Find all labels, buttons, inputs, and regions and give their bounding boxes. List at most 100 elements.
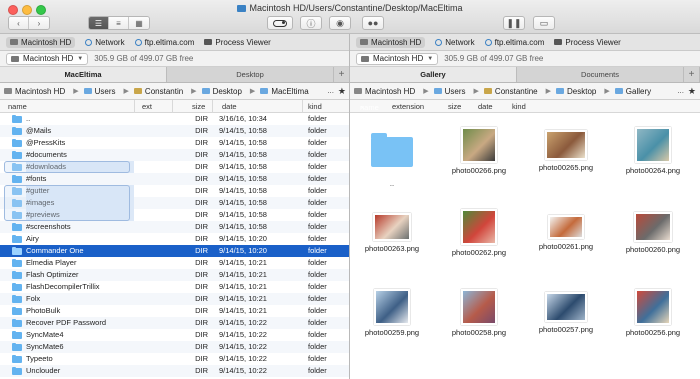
- add-tab-button[interactable]: +: [684, 67, 700, 82]
- table-row[interactable]: #documents DIR 9/14/15, 10:58 folder: [0, 149, 350, 161]
- cell-name: #previews: [26, 209, 134, 221]
- table-row[interactable]: SyncMate6 DIR 9/14/15, 10:22 folder: [0, 341, 350, 353]
- pane-divider[interactable]: [349, 34, 350, 379]
- column-date[interactable]: date: [222, 102, 237, 111]
- table-row[interactable]: #screenshots DIR 9/14/15, 10:58 folder: [0, 221, 350, 233]
- more-button[interactable]: ...: [677, 86, 684, 95]
- table-row[interactable]: Recover PDF Password DIR 9/14/15, 10:22 fol…: [0, 317, 350, 329]
- tab-gallery[interactable]: Gallery: [350, 67, 517, 82]
- list-view-icon[interactable]: ☰: [89, 17, 109, 29]
- table-row[interactable]: @PressKits DIR 9/14/15, 10:58 folder: [0, 137, 350, 149]
- table-row[interactable]: Typeeto DIR 9/14/15, 10:22 folder: [0, 353, 350, 365]
- tab-maceltima[interactable]: MacEltima: [0, 67, 167, 82]
- gallery-image-item[interactable]: photo00265.png: [531, 123, 601, 172]
- terminal-button[interactable]: ▭: [533, 16, 555, 30]
- column-name[interactable]: name: [8, 102, 27, 111]
- crumb-gallery[interactable]: Gallery: [614, 87, 651, 96]
- column-size[interactable]: size: [448, 102, 461, 111]
- gallery-image-item[interactable]: photo00261.png: [531, 205, 601, 251]
- more-button[interactable]: ...: [327, 86, 334, 95]
- cell-name: SyncMate6: [26, 342, 64, 351]
- gallery-image-item[interactable]: photo00257.png: [531, 285, 601, 334]
- fav-network[interactable]: Network: [85, 38, 125, 47]
- folder-icon: [12, 282, 22, 291]
- crumb-home[interactable]: Constantine ▶: [483, 87, 556, 96]
- columns-view-icon[interactable]: ≡: [109, 17, 129, 29]
- hidden-files-toggle-button[interactable]: [267, 16, 293, 30]
- fav-process-viewer[interactable]: Process Viewer: [204, 38, 271, 47]
- table-row[interactable]: SyncMate4 DIR 9/14/15, 10:22 folder: [0, 329, 350, 341]
- table-row[interactable]: #images DIR 9/14/15, 10:58 folder: [0, 197, 350, 209]
- table-row[interactable]: FlashDecompilerTrillix DIR 9/14/15, 10:21 f…: [0, 281, 350, 293]
- crumb-desktop[interactable]: Desktop ▶: [201, 87, 261, 96]
- crumb-users[interactable]: Users ▶: [433, 87, 484, 96]
- fav-ftp[interactable]: ftp.eltima.com: [134, 38, 194, 47]
- table-row[interactable]: Elmedia Player DIR 9/14/15, 10:21 folder: [0, 257, 350, 269]
- crumb-macintosh-hd[interactable]: Macintosh HD ▶: [354, 87, 434, 96]
- star-icon[interactable]: ★: [338, 86, 346, 97]
- forward-button[interactable]: ›: [29, 17, 49, 29]
- column-ext[interactable]: ext: [142, 102, 152, 111]
- folder-icon: [12, 150, 22, 159]
- column-extension[interactable]: extension: [392, 102, 424, 111]
- table-row[interactable]: #fonts DIR 9/14/15, 10:58 folder: [0, 173, 350, 185]
- column-divider[interactable]: [134, 100, 135, 113]
- table-row[interactable]: @Mails DIR 9/14/15, 10:58 folder: [0, 125, 350, 137]
- add-tab-button[interactable]: +: [334, 67, 350, 82]
- column-divider[interactable]: [172, 100, 173, 113]
- back-button[interactable]: ‹: [9, 17, 29, 29]
- gallery-image-item[interactable]: photo00259.png: [357, 285, 427, 337]
- fav-process-viewer[interactable]: Process Viewer: [554, 38, 621, 47]
- gallery-image-item[interactable]: photo00266.png: [444, 123, 514, 175]
- crumb-maceltima[interactable]: MacEltima: [260, 87, 309, 96]
- gallery-image-item[interactable]: photo00256.png: [618, 285, 688, 337]
- crumb-users[interactable]: Users ▶: [83, 87, 134, 96]
- star-icon[interactable]: ★: [688, 86, 696, 97]
- column-kind[interactable]: kind: [308, 102, 322, 111]
- column-divider[interactable]: [212, 100, 213, 113]
- table-row[interactable]: Unclouder DIR 9/14/15, 10:22 folder: [0, 365, 350, 377]
- table-row[interactable]: #downloads DIR 9/14/15, 10:58 folder: [0, 161, 350, 173]
- crumb-home[interactable]: Constantin ▶: [133, 87, 202, 96]
- gallery-image-item[interactable]: photo00264.png: [618, 123, 688, 175]
- fav-macintosh-hd[interactable]: Macintosh HD: [6, 36, 76, 48]
- table-row[interactable]: #gutter DIR 9/14/15, 10:58 folder: [0, 185, 350, 197]
- column-kind[interactable]: kind: [512, 102, 526, 111]
- gallery-image-item[interactable]: photo00260.png: [618, 205, 688, 254]
- sort-chip-close-icon[interactable]: ×: [360, 103, 364, 113]
- crumb-macintosh-hd[interactable]: Macintosh HD ▶: [4, 87, 84, 96]
- column-date[interactable]: date: [478, 102, 493, 111]
- tab-documents[interactable]: Documents: [517, 67, 684, 82]
- table-row[interactable]: PhotoBulk DIR 9/14/15, 10:21 folder: [0, 305, 350, 317]
- table-row[interactable]: Commander One DIR 9/14/15, 10:20 folder: [0, 245, 350, 257]
- crumb-desktop[interactable]: Desktop ▶: [556, 87, 615, 96]
- table-row[interactable]: Flash Optimizer DIR 9/14/15, 10:21 folder: [0, 269, 350, 281]
- zoom-window-button[interactable]: [36, 5, 46, 15]
- quick-look-button[interactable]: ◉: [329, 16, 351, 30]
- search-button[interactable]: ●●: [362, 16, 384, 30]
- info-button[interactable]: ⓘ: [300, 16, 322, 30]
- tab-desktop[interactable]: Desktop: [167, 67, 334, 82]
- drive-select[interactable]: Macintosh HD ▼: [6, 52, 89, 65]
- cell-kind: folder: [308, 186, 327, 195]
- grid-view-icon[interactable]: ▦: [129, 17, 149, 29]
- close-window-button[interactable]: [8, 5, 18, 15]
- column-divider[interactable]: [302, 100, 303, 113]
- drive-select[interactable]: Macintosh HD ▼: [356, 52, 439, 65]
- gallery-image-item[interactable]: photo00263.png: [357, 205, 427, 253]
- minimize-window-button[interactable]: [22, 5, 32, 15]
- table-row[interactable]: Airy DIR 9/14/15, 10:20 folder: [0, 233, 350, 245]
- gallery-folder-item[interactable]: ..: [357, 123, 427, 188]
- table-row[interactable]: #previews DIR 9/14/15, 10:58 folder: [0, 209, 350, 221]
- table-row[interactable]: .. DIR 3/16/16, 10:34 folder: [0, 113, 350, 125]
- pause-button[interactable]: ❚❚: [503, 16, 525, 30]
- folder-icon: [12, 330, 22, 339]
- column-size[interactable]: size: [192, 102, 205, 111]
- fav-macintosh-hd[interactable]: Macintosh HD: [356, 36, 426, 48]
- fav-network[interactable]: Network: [435, 38, 475, 47]
- gallery-image-item[interactable]: photo00258.png: [444, 285, 514, 337]
- fav-ftp[interactable]: ftp.eltima.com: [484, 38, 544, 47]
- table-row[interactable]: Folx DIR 9/14/15, 10:21 folder: [0, 293, 350, 305]
- column-header-right: name × extension size date kind: [350, 100, 700, 113]
- gallery-image-item[interactable]: photo00262.png: [444, 205, 514, 257]
